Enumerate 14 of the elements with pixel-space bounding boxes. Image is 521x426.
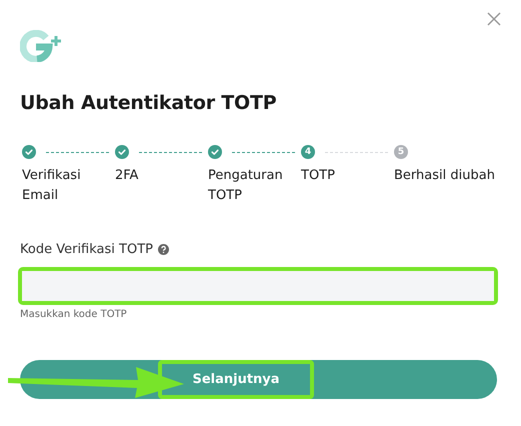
step-label: Berhasil diubah	[394, 167, 496, 185]
step-number: 4	[301, 145, 315, 159]
next-button[interactable]: Selanjutnya	[20, 360, 497, 399]
step-label: TOTP	[301, 167, 336, 185]
step-label: Verifikasi Email	[22, 167, 82, 205]
step-label: 2FA	[115, 167, 140, 185]
help-icon[interactable]	[158, 244, 169, 255]
helper-text: Masukkan kode TOTP	[20, 309, 128, 320]
close-icon[interactable]	[487, 12, 501, 26]
dialog-title: Ubah Autentikator TOTP	[20, 92, 278, 114]
step-number: 5	[394, 145, 408, 159]
totp-input-field[interactable]	[18, 267, 498, 305]
field-label: Kode Verifikasi TOTP	[20, 242, 153, 257]
step-label: Pengaturan TOTP	[208, 167, 284, 205]
